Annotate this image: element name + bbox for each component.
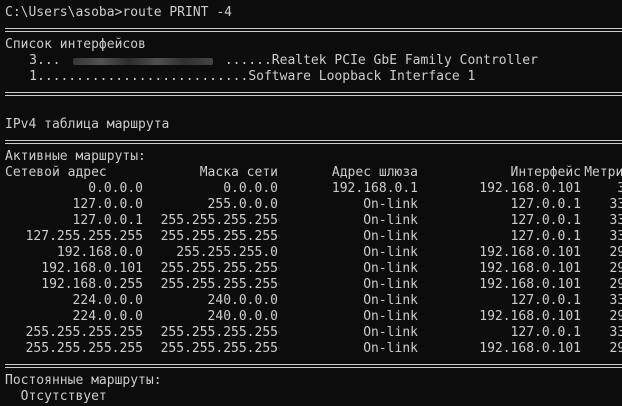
route-destination: 224.0.0.0: [72, 293, 143, 308]
route-interface: 192.168.0.101: [479, 277, 581, 292]
route-interface: 192.168.0.101: [479, 341, 581, 356]
route-gateway: On-link: [363, 261, 418, 276]
interface-name: Software Loopback Interface 1: [248, 69, 476, 84]
route-row: 127.255.255.255 255.255.255.255 On-link …: [5, 229, 622, 245]
route-metric: 291: [609, 341, 622, 356]
route-table-header: Сетевой адрес Маска сети Адрес шлюза Инт…: [5, 165, 622, 181]
interface-trailer-dots: ......: [217, 53, 272, 68]
route-row: 255.255.255.255 255.255.255.255 On-link …: [5, 325, 622, 341]
route-gateway: On-link: [363, 325, 418, 340]
route-gateway: On-link: [363, 293, 418, 308]
route-destination: 127.0.0.0: [72, 197, 143, 212]
separator-line: [5, 133, 622, 149]
interface-row: 1 ........................... Software L…: [5, 69, 622, 85]
route-gateway: On-link: [363, 309, 418, 324]
interface-list-title: Список интерфейсов: [5, 37, 146, 52]
route-mask: 255.255.255.255: [160, 277, 278, 292]
persistent-routes-none: Отсутствует: [20, 389, 107, 404]
route-interface: 127.0.0.1: [510, 197, 581, 212]
persistent-routes-value: Отсутствует: [5, 389, 622, 405]
route-metric: 291: [609, 261, 622, 276]
route-row: 127.0.0.0 255.0.0.0 On-link 127.0.0.1 33…: [5, 197, 622, 213]
route-interface: 192.168.0.101: [479, 245, 581, 260]
route-row: 224.0.0.0 240.0.0.0 On-link 127.0.0.1 33…: [5, 293, 622, 309]
route-gateway: On-link: [363, 277, 418, 292]
header-mask: Маска сети: [199, 165, 278, 180]
header-interface: Интерфейс: [510, 165, 581, 180]
route-row: 0.0.0.0 0.0.0.0 192.168.0.1 192.168.0.10…: [5, 181, 622, 197]
route-interface: 127.0.0.1: [510, 293, 581, 308]
route-mask: 255.255.255.255: [160, 261, 278, 276]
route-destination: 127.0.0.1: [72, 213, 143, 228]
separator-line: [5, 357, 622, 373]
command-prompt-line: C:\Users\asoba>route PRINT -4: [5, 5, 232, 20]
route-destination: 224.0.0.0: [72, 309, 143, 324]
route-mask: 240.0.0.0: [207, 293, 278, 308]
separator-line: [5, 21, 622, 37]
route-mask: 255.255.255.255: [160, 341, 278, 356]
route-destination: 127.255.255.255: [25, 229, 143, 244]
route-row: 192.168.0.0 255.255.255.0 On-link 192.16…: [5, 245, 622, 261]
route-mask: 255.255.255.0: [176, 245, 278, 260]
ipv4-table-title: IPv4 таблица маршрута: [5, 117, 170, 132]
route-metric: 291: [609, 245, 622, 260]
route-interface: 192.168.0.101: [479, 309, 581, 324]
route-destination: 255.255.255.255: [25, 341, 143, 356]
route-gateway: On-link: [363, 341, 418, 356]
route-metric: 331: [609, 197, 622, 212]
route-row: 224.0.0.0 240.0.0.0 On-link 192.168.0.10…: [5, 309, 622, 325]
route-gateway: On-link: [363, 213, 418, 228]
route-row: 127.0.0.1 255.255.255.255 On-link 127.0.…: [5, 213, 622, 229]
route-metric: 331: [609, 325, 622, 340]
route-interface: 192.168.0.101: [479, 181, 581, 196]
header-metric: Метрика: [584, 165, 622, 180]
route-mask: 0.0.0.0: [223, 181, 278, 196]
interface-number: 1: [29, 69, 37, 84]
redacted-mac-address: [69, 53, 217, 69]
route-interface: 192.168.0.101: [479, 261, 581, 276]
route-destination: 192.168.0.0: [56, 245, 143, 260]
route-interface: 127.0.0.1: [510, 229, 581, 244]
route-mask: 255.0.0.0: [207, 197, 278, 212]
route-metric: 331: [609, 213, 622, 228]
route-row: 192.168.0.101 255.255.255.255 On-link 19…: [5, 261, 622, 277]
route-row: 255.255.255.255 255.255.255.255 On-link …: [5, 341, 622, 357]
route-interface: 127.0.0.1: [510, 213, 581, 228]
route-gateway: On-link: [363, 229, 418, 244]
route-mask: 255.255.255.255: [160, 213, 278, 228]
route-destination: 192.168.0.255: [41, 277, 143, 292]
route-destination: 192.168.0.101: [41, 261, 143, 276]
route-mask: 255.255.255.255: [160, 325, 278, 340]
header-gateway: Адрес шлюза: [331, 165, 418, 180]
route-metric: 331: [609, 229, 622, 244]
separator-line: [5, 85, 622, 101]
route-gateway: 192.168.0.1: [331, 181, 418, 196]
route-row: 192.168.0.255 255.255.255.255 On-link 19…: [5, 277, 622, 293]
persistent-routes-title: Постоянные маршруты:: [5, 373, 162, 388]
route-gateway: On-link: [363, 197, 418, 212]
interface-leader-dots: ...........................: [37, 69, 249, 84]
active-routes-title: Активные маршруты:: [5, 149, 146, 164]
console-window[interactable]: C:\Users\asoba>route PRINT -4 Список инт…: [5, 5, 622, 405]
route-interface: 127.0.0.1: [510, 325, 581, 340]
route-metric: 291: [609, 309, 622, 324]
header-destination: Сетевой адрес: [5, 165, 107, 180]
interface-number: 3: [29, 53, 37, 68]
route-metric: 331: [609, 293, 622, 308]
route-destination: 255.255.255.255: [25, 325, 143, 340]
route-table: Сетевой адрес Маска сети Адрес шлюза Инт…: [5, 165, 622, 357]
route-destination: 0.0.0.0: [88, 181, 143, 196]
route-mask: 255.255.255.255: [160, 229, 278, 244]
interface-name: Realtek PCIe GbE Family Controller: [271, 53, 538, 68]
interface-leader-dots: ...: [37, 53, 61, 68]
route-metric: 35: [617, 181, 622, 196]
interface-row: 3 ... ...... Realtek PCIe GbE Family Con…: [5, 53, 622, 69]
route-metric: 291: [609, 277, 622, 292]
route-mask: 240.0.0.0: [207, 309, 278, 324]
route-gateway: On-link: [363, 245, 418, 260]
